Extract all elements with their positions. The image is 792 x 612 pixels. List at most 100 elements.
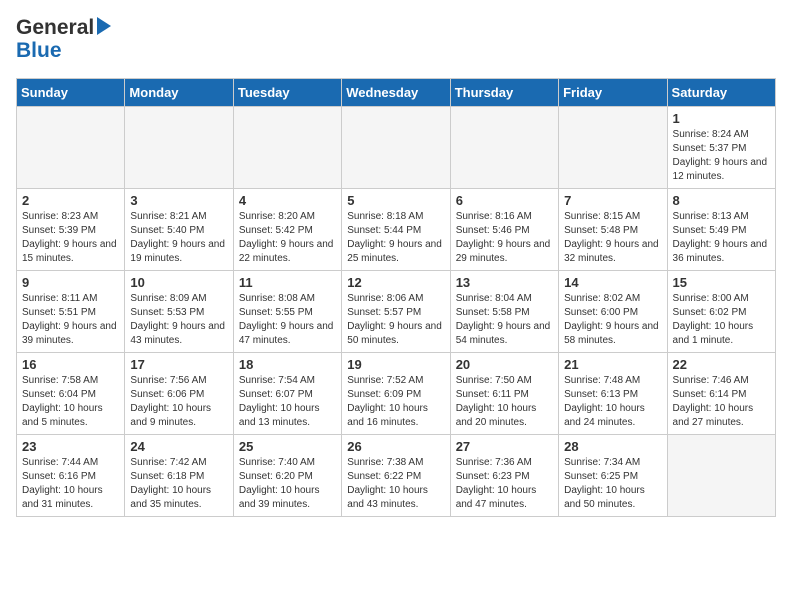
calendar-cell: 16 Sunrise: 7:58 AM Sunset: 6:04 PM Dayli… bbox=[17, 353, 125, 435]
day-info: Sunrise: 8:23 AM Sunset: 5:39 PM Dayligh… bbox=[22, 210, 119, 266]
calendar-cell: 3 Sunrise: 8:21 AM Sunset: 5:40 PM Daylig… bbox=[125, 189, 233, 271]
day-number: 15 bbox=[673, 275, 770, 290]
day-number: 25 bbox=[239, 439, 336, 454]
calendar-cell: 28 Sunrise: 7:34 AM Sunset: 6:25 PM Dayli… bbox=[559, 435, 667, 517]
day-number: 17 bbox=[130, 357, 227, 372]
day-info: Sunrise: 8:04 AM Sunset: 5:58 PM Dayligh… bbox=[456, 292, 553, 348]
day-info: Sunrise: 7:36 AM Sunset: 6:23 PM Dayligh… bbox=[456, 456, 553, 512]
day-number: 16 bbox=[22, 357, 119, 372]
day-header-saturday: Saturday bbox=[667, 79, 775, 107]
day-info: Sunrise: 8:09 AM Sunset: 5:53 PM Dayligh… bbox=[130, 292, 227, 348]
day-number: 26 bbox=[347, 439, 444, 454]
week-row-3: 9 Sunrise: 8:11 AM Sunset: 5:51 PM Daylig… bbox=[17, 271, 776, 353]
calendar-cell: 13 Sunrise: 8:04 AM Sunset: 5:58 PM Dayli… bbox=[450, 271, 558, 353]
day-number: 24 bbox=[130, 439, 227, 454]
day-number: 19 bbox=[347, 357, 444, 372]
calendar-cell bbox=[559, 107, 667, 189]
header: General Blue bbox=[16, 16, 776, 68]
day-info: Sunrise: 7:34 AM Sunset: 6:25 PM Dayligh… bbox=[564, 456, 661, 512]
day-number: 12 bbox=[347, 275, 444, 290]
calendar-cell: 21Sunrise: 7:48 AM Sunset: 6:13 PM Dayli… bbox=[559, 353, 667, 435]
day-header-sunday: Sunday bbox=[17, 79, 125, 107]
day-number: 11 bbox=[239, 275, 336, 290]
day-header-thursday: Thursday bbox=[450, 79, 558, 107]
calendar-cell: 25 Sunrise: 7:40 AM Sunset: 6:20 PM Dayli… bbox=[233, 435, 341, 517]
calendar-cell: 15 Sunrise: 8:00 AM Sunset: 6:02 PM Dayli… bbox=[667, 271, 775, 353]
calendar-cell: 18Sunrise: 7:54 AM Sunset: 6:07 PM Dayli… bbox=[233, 353, 341, 435]
calendar-cell: 23 Sunrise: 7:44 AM Sunset: 6:16 PM Dayli… bbox=[17, 435, 125, 517]
calendar-cell: 19 Sunrise: 7:52 AM Sunset: 6:09 PM Dayli… bbox=[342, 353, 450, 435]
day-number: 27 bbox=[456, 439, 553, 454]
calendar-cell: 1 Sunrise: 8:24 AM Sunset: 5:37 PM Daylig… bbox=[667, 107, 775, 189]
calendar-cell bbox=[667, 435, 775, 517]
day-number: 5 bbox=[347, 193, 444, 208]
calendar-body: 1 Sunrise: 8:24 AM Sunset: 5:37 PM Daylig… bbox=[17, 107, 776, 517]
day-info: Sunrise: 8:24 AM Sunset: 5:37 PM Dayligh… bbox=[673, 128, 770, 184]
day-number: 7 bbox=[564, 193, 661, 208]
calendar-cell: 6 Sunrise: 8:16 AM Sunset: 5:46 PM Daylig… bbox=[450, 189, 558, 271]
day-number: 13 bbox=[456, 275, 553, 290]
day-number: 1 bbox=[673, 111, 770, 126]
day-info: Sunrise: 7:40 AM Sunset: 6:20 PM Dayligh… bbox=[239, 456, 336, 512]
calendar-table: SundayMondayTuesdayWednesdayThursdayFrid… bbox=[16, 78, 776, 517]
day-info: Sunrise: 8:02 AM Sunset: 6:00 PM Dayligh… bbox=[564, 292, 661, 348]
week-row-2: 2 Sunrise: 8:23 AM Sunset: 5:39 PM Daylig… bbox=[17, 189, 776, 271]
day-header-wednesday: Wednesday bbox=[342, 79, 450, 107]
calendar-cell: 17 Sunrise: 7:56 AM Sunset: 6:06 PM Dayli… bbox=[125, 353, 233, 435]
week-row-4: 16 Sunrise: 7:58 AM Sunset: 6:04 PM Dayli… bbox=[17, 353, 776, 435]
calendar-cell: 24 Sunrise: 7:42 AM Sunset: 6:18 PM Dayli… bbox=[125, 435, 233, 517]
day-header-friday: Friday bbox=[559, 79, 667, 107]
calendar-cell: 2 Sunrise: 8:23 AM Sunset: 5:39 PM Daylig… bbox=[17, 189, 125, 271]
day-info: Sunrise: 7:56 AM Sunset: 6:06 PM Dayligh… bbox=[130, 374, 227, 430]
day-number: 14 bbox=[564, 275, 661, 290]
day-info: Sunrise: 7:42 AM Sunset: 6:18 PM Dayligh… bbox=[130, 456, 227, 512]
day-header-monday: Monday bbox=[125, 79, 233, 107]
calendar-cell: 10 Sunrise: 8:09 AM Sunset: 5:53 PM Dayli… bbox=[125, 271, 233, 353]
calendar-cell: 5 Sunrise: 8:18 AM Sunset: 5:44 PM Daylig… bbox=[342, 189, 450, 271]
calendar-header-row: SundayMondayTuesdayWednesdayThursdayFrid… bbox=[17, 79, 776, 107]
day-header-tuesday: Tuesday bbox=[233, 79, 341, 107]
day-number: 28 bbox=[564, 439, 661, 454]
calendar-cell: 20 Sunrise: 7:50 AM Sunset: 6:11 PM Dayli… bbox=[450, 353, 558, 435]
day-info: Sunrise: 8:16 AM Sunset: 5:46 PM Dayligh… bbox=[456, 210, 553, 266]
calendar-cell: 26 Sunrise: 7:38 AM Sunset: 6:22 PM Dayli… bbox=[342, 435, 450, 517]
day-info: Sunrise: 7:44 AM Sunset: 6:16 PM Dayligh… bbox=[22, 456, 119, 512]
week-row-5: 23 Sunrise: 7:44 AM Sunset: 6:16 PM Dayli… bbox=[17, 435, 776, 517]
calendar-cell bbox=[233, 107, 341, 189]
calendar-cell: 27 Sunrise: 7:36 AM Sunset: 6:23 PM Dayli… bbox=[450, 435, 558, 517]
day-info: Sunrise: 8:21 AM Sunset: 5:40 PM Dayligh… bbox=[130, 210, 227, 266]
day-info: Sunrise: 7:58 AM Sunset: 6:04 PM Dayligh… bbox=[22, 374, 119, 430]
day-number: 21 bbox=[564, 357, 661, 372]
day-info: Sunrise: 7:50 AM Sunset: 6:11 PM Dayligh… bbox=[456, 374, 553, 430]
calendar-cell bbox=[17, 107, 125, 189]
calendar-cell bbox=[342, 107, 450, 189]
calendar-cell: 11Sunrise: 8:08 AM Sunset: 5:55 PM Dayli… bbox=[233, 271, 341, 353]
day-info: Sunrise: 8:00 AM Sunset: 6:02 PM Dayligh… bbox=[673, 292, 770, 348]
day-info: Sunrise: 8:11 AM Sunset: 5:51 PM Dayligh… bbox=[22, 292, 119, 348]
day-info: Sunrise: 8:13 AM Sunset: 5:49 PM Dayligh… bbox=[673, 210, 770, 266]
calendar-cell: 4Sunrise: 8:20 AM Sunset: 5:42 PM Daylig… bbox=[233, 189, 341, 271]
calendar-cell: 12Sunrise: 8:06 AM Sunset: 5:57 PM Dayli… bbox=[342, 271, 450, 353]
day-number: 2 bbox=[22, 193, 119, 208]
calendar-cell: 9 Sunrise: 8:11 AM Sunset: 5:51 PM Daylig… bbox=[17, 271, 125, 353]
day-number: 10 bbox=[130, 275, 227, 290]
day-number: 20 bbox=[456, 357, 553, 372]
day-info: Sunrise: 8:18 AM Sunset: 5:44 PM Dayligh… bbox=[347, 210, 444, 266]
logo: General Blue bbox=[16, 16, 116, 68]
calendar-cell bbox=[125, 107, 233, 189]
day-info: Sunrise: 7:38 AM Sunset: 6:22 PM Dayligh… bbox=[347, 456, 444, 512]
calendar-cell: 14 Sunrise: 8:02 AM Sunset: 6:00 PM Dayli… bbox=[559, 271, 667, 353]
day-info: Sunrise: 8:15 AM Sunset: 5:48 PM Dayligh… bbox=[564, 210, 661, 266]
day-info: Sunrise: 7:52 AM Sunset: 6:09 PM Dayligh… bbox=[347, 374, 444, 430]
calendar-cell bbox=[450, 107, 558, 189]
day-number: 22 bbox=[673, 357, 770, 372]
day-number: 18 bbox=[239, 357, 336, 372]
calendar-cell: 8 Sunrise: 8:13 AM Sunset: 5:49 PM Daylig… bbox=[667, 189, 775, 271]
day-number: 9 bbox=[22, 275, 119, 290]
day-number: 3 bbox=[130, 193, 227, 208]
day-number: 23 bbox=[22, 439, 119, 454]
day-info: Sunrise: 8:20 AM Sunset: 5:42 PM Dayligh… bbox=[239, 210, 336, 266]
day-number: 6 bbox=[456, 193, 553, 208]
day-number: 8 bbox=[673, 193, 770, 208]
calendar-cell: 22Sunrise: 7:46 AM Sunset: 6:14 PM Dayli… bbox=[667, 353, 775, 435]
